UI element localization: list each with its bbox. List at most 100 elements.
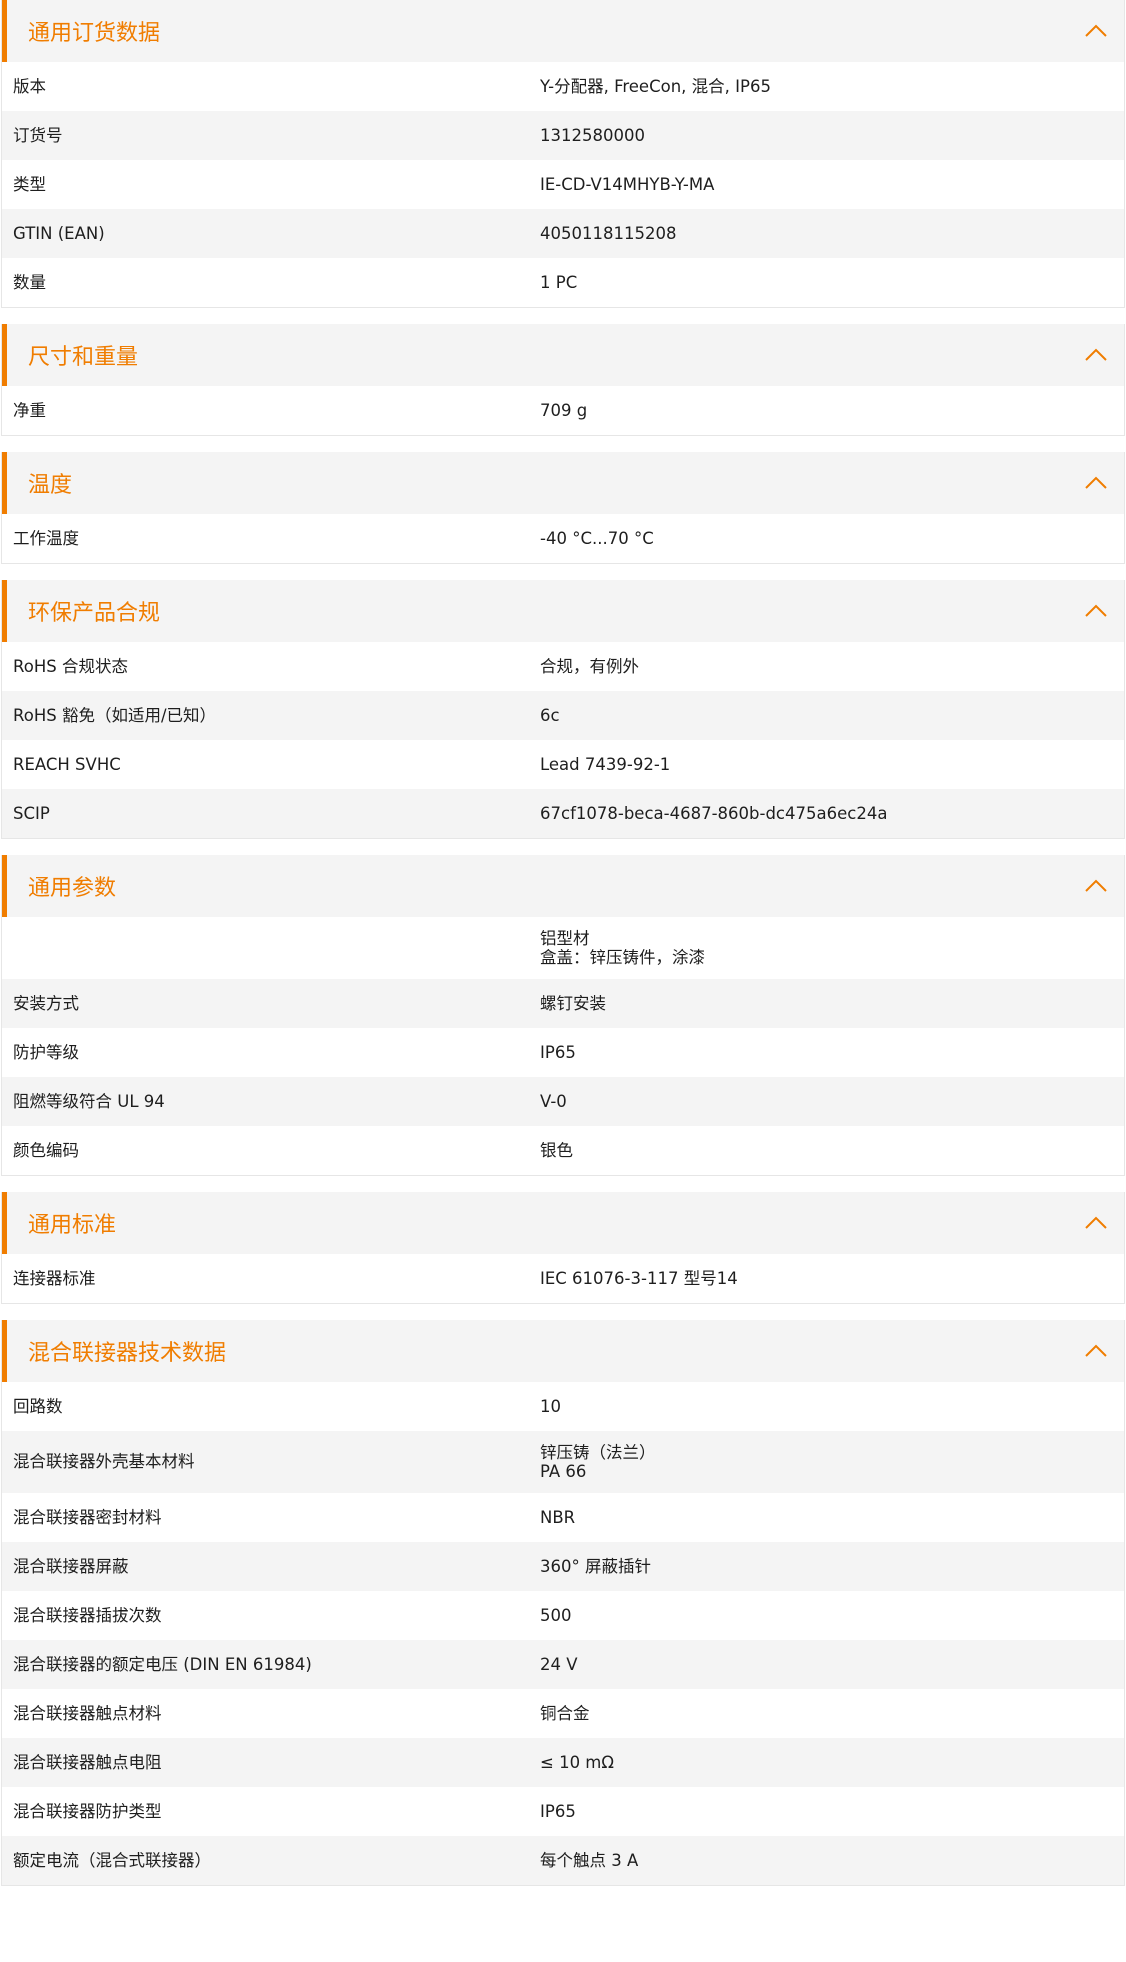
section-header[interactable]: 混合联接器技术数据: [2, 1320, 1124, 1382]
spec-value-line: IP65: [540, 1043, 576, 1062]
spec-value: 每个触点 3 A: [540, 1851, 1124, 1870]
spec-value-line: 盒盖：锌压铸件，涂漆: [540, 948, 705, 967]
spec-value-line: 4050118115208: [540, 224, 677, 243]
spec-row: 类型 IE-CD-V14MHYB-Y-MA: [2, 160, 1124, 209]
spec-value-line: IE-CD-V14MHYB-Y-MA: [540, 175, 715, 194]
spec-value: 360° 屏蔽插针: [540, 1557, 1124, 1576]
spec-label: 混合联接器触点电阻: [13, 1752, 162, 1772]
spec-row: GTIN (EAN) 4050118115208: [2, 209, 1124, 258]
chevron-up-icon[interactable]: [1082, 1209, 1110, 1237]
spec-value-line: 铝型材: [540, 929, 590, 948]
spec-section: 混合联接器技术数据 回路数 10 混合联接器外壳基本材料 锌压铸（法兰） PA 66 混合联…: [1, 1320, 1125, 1886]
spec-section: 环保产品合规 RoHS 合规状态 合规，有例外 RoHS 豁免（如适用/已知） 6c RE…: [1, 580, 1125, 839]
chevron-up-icon[interactable]: [1082, 341, 1110, 369]
chevron-up-icon[interactable]: [1082, 872, 1110, 900]
spec-value: NBR: [540, 1508, 1124, 1527]
spec-row: 防护等级 IP65: [2, 1028, 1124, 1077]
section-body: 连接器标准 IEC 61076-3-117 型号14: [2, 1254, 1124, 1303]
spec-row: REACH SVHC Lead 7439-92-1: [2, 740, 1124, 789]
section-body: 版本 Y-分配器, FreeCon, 混合, IP65 订货号 1312580000 类…: [2, 62, 1124, 307]
spec-value: IP65: [540, 1043, 1124, 1062]
spec-label: 净重: [13, 400, 46, 420]
spec-row: 连接器标准 IEC 61076-3-117 型号14: [2, 1254, 1124, 1303]
spec-value: V-0: [540, 1092, 1124, 1111]
spec-label: 混合联接器触点材料: [13, 1703, 162, 1723]
spec-value: Lead 7439-92-1: [540, 755, 1124, 774]
spec-row: SCIP 67cf1078-beca-4687-860b-dc475a6ec24a: [2, 789, 1124, 838]
chevron-up-icon[interactable]: [1082, 17, 1110, 45]
spec-value: IEC 61076-3-117 型号14: [540, 1269, 1124, 1288]
chevron-up-icon[interactable]: [1082, 597, 1110, 625]
spec-label: RoHS 合规状态: [13, 656, 128, 676]
spec-label: 阻燃等级符合 UL 94: [13, 1091, 165, 1111]
spec-row: 混合联接器插拔次数 500: [2, 1591, 1124, 1640]
spec-value-line: ≤ 10 mΩ: [540, 1753, 614, 1772]
spec-value-line: 360° 屏蔽插针: [540, 1557, 651, 1576]
section-title: 环保产品合规: [28, 601, 161, 626]
chevron-up-icon[interactable]: [1082, 469, 1110, 497]
section-body: 回路数 10 混合联接器外壳基本材料 锌压铸（法兰） PA 66 混合联接器密封材料 NBR…: [2, 1382, 1124, 1885]
spec-label: 数量: [13, 272, 46, 292]
spec-value-line: 10: [540, 1397, 561, 1416]
spec-value: 709 g: [540, 401, 1124, 420]
spec-value-line: Lead 7439-92-1: [540, 755, 671, 774]
spec-value: IE-CD-V14MHYB-Y-MA: [540, 175, 1124, 194]
spec-row: 工作温度 -40 °C...70 °C: [2, 514, 1124, 563]
spec-value-line: 银色: [540, 1141, 573, 1160]
spec-value-line: 合规，有例外: [540, 657, 639, 676]
spec-row: RoHS 豁免（如适用/已知） 6c: [2, 691, 1124, 740]
spec-label: 连接器标准: [13, 1268, 96, 1288]
spec-value: IP65: [540, 1802, 1124, 1821]
spec-section: 温度工作温度 -40 °C...70 °C: [1, 452, 1125, 564]
spec-value-line: 铜合金: [540, 1704, 590, 1723]
spec-row: 数量 1 PC: [2, 258, 1124, 307]
spec-value-line: 500: [540, 1606, 572, 1625]
spec-value-line: 24 V: [540, 1655, 578, 1674]
section-header[interactable]: 通用参数: [2, 855, 1124, 917]
spec-row: 版本 Y-分配器, FreeCon, 混合, IP65: [2, 62, 1124, 111]
spec-row: 混合联接器触点材料 铜合金: [2, 1689, 1124, 1738]
spec-row: 混合联接器触点电阻 ≤ 10 mΩ: [2, 1738, 1124, 1787]
spec-value: 银色: [540, 1141, 1124, 1160]
section-header[interactable]: 环保产品合规: [2, 580, 1124, 642]
spec-value-line: 6c: [540, 706, 560, 725]
spec-row: 混合联接器屏蔽 360° 屏蔽插针: [2, 1542, 1124, 1591]
spec-label: 混合联接器屏蔽: [13, 1556, 129, 1576]
section-title: 通用订货数据: [28, 21, 161, 46]
spec-row: 混合联接器防护类型 IP65: [2, 1787, 1124, 1836]
spec-row: 颜色编码 银色: [2, 1126, 1124, 1175]
spec-value: -40 °C...70 °C: [540, 529, 1124, 548]
spec-label: 安装方式: [13, 993, 79, 1013]
section-body: 工作温度 -40 °C...70 °C: [2, 514, 1124, 563]
section-title: 通用参数: [28, 876, 117, 901]
spec-value-line: 每个触点 3 A: [540, 1851, 639, 1870]
spec-value: 24 V: [540, 1655, 1124, 1674]
spec-value: 1312580000: [540, 126, 1124, 145]
chevron-up-icon[interactable]: [1082, 1337, 1110, 1365]
spec-label: 混合联接器防护类型: [13, 1801, 162, 1821]
spec-row: 订货号 1312580000: [2, 111, 1124, 160]
spec-value: 4050118115208: [540, 224, 1124, 243]
spec-label: 混合联接器密封材料: [13, 1507, 162, 1527]
spec-label: 防护等级: [13, 1042, 79, 1062]
spec-label: 颜色编码: [13, 1140, 79, 1160]
section-header[interactable]: 尺寸和重量: [2, 324, 1124, 386]
spec-value-line: 709 g: [540, 401, 588, 420]
spec-row: 混合联接器密封材料 NBR: [2, 1493, 1124, 1542]
spec-value-line: 锌压铸（法兰）: [540, 1443, 656, 1462]
spec-value: ≤ 10 mΩ: [540, 1753, 1124, 1772]
spec-label: 工作温度: [13, 528, 79, 548]
spec-label: 额定电流（混合式联接器）: [13, 1850, 211, 1870]
spec-row: RoHS 合规状态 合规，有例外: [2, 642, 1124, 691]
spec-label: RoHS 豁免（如适用/已知）: [13, 705, 217, 725]
spec-label: 回路数: [13, 1396, 63, 1416]
section-header[interactable]: 通用订货数据: [2, 0, 1124, 62]
section-header[interactable]: 通用标准: [2, 1192, 1124, 1254]
spec-section: 通用订货数据版本 Y-分配器, FreeCon, 混合, IP65 订货号 13125…: [1, 0, 1125, 308]
section-header[interactable]: 温度: [2, 452, 1124, 514]
spec-row: 混合联接器的额定电压 (DIN EN 61984) 24 V: [2, 1640, 1124, 1689]
spec-value-line: PA 66: [540, 1462, 587, 1481]
section-title: 通用标准: [28, 1213, 117, 1238]
spec-value-line: IEC 61076-3-117 型号14: [540, 1269, 738, 1288]
spec-row: 净重 709 g: [2, 386, 1124, 435]
